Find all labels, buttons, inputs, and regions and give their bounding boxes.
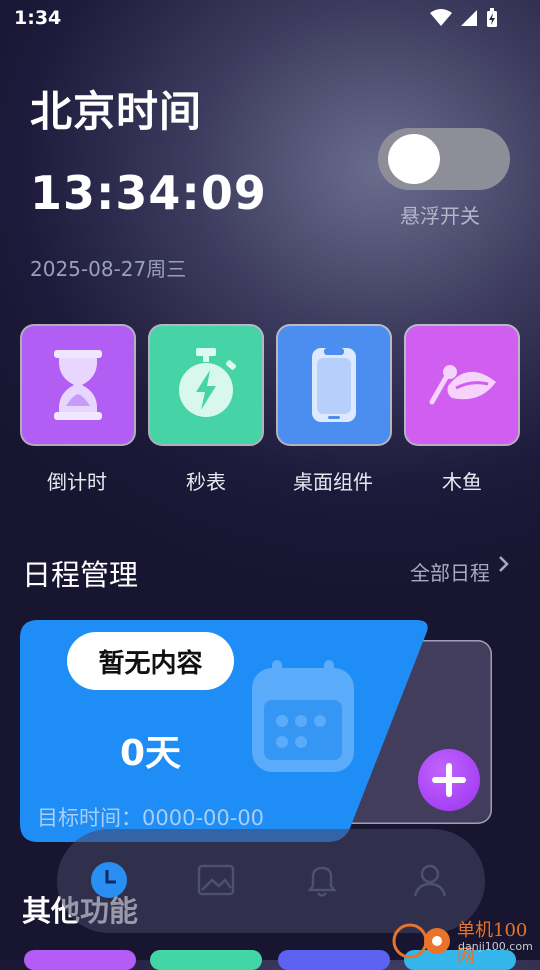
- bell-icon: [307, 866, 337, 897]
- calendar-icon: [252, 660, 354, 772]
- stopwatch-icon: [179, 348, 236, 417]
- current-time: 13:34:09: [30, 166, 267, 220]
- other-tile[interactable]: [150, 950, 262, 970]
- tool-label-countdown: 倒计时: [47, 470, 107, 494]
- current-date: 2025-08-27周三: [30, 257, 187, 281]
- hourglass-icon: [54, 350, 102, 420]
- schedule-section-title: 日程管理: [22, 558, 139, 592]
- nav-clock[interactable]: [90, 860, 130, 900]
- days-count: 0天: [120, 733, 182, 774]
- tool-woodenfish-button[interactable]: [406, 326, 518, 444]
- chevron-right-icon[interactable]: [496, 552, 512, 576]
- all-schedule-link[interactable]: 全部日程: [410, 557, 490, 586]
- toggle-knob: [388, 134, 440, 184]
- float-toggle-label: 悬浮开关: [400, 204, 480, 228]
- tool-label-woodenfish: 木鱼: [442, 470, 482, 494]
- profile-icon: [413, 864, 447, 897]
- target-time: 目标时间：0000-00-00: [37, 806, 265, 830]
- nav-notifications[interactable]: [302, 860, 342, 900]
- page-title: 北京时间: [30, 87, 203, 136]
- signal-icon: [461, 10, 477, 26]
- battery-icon: [487, 8, 497, 27]
- wooden-fish-icon: [429, 365, 496, 405]
- plus-icon: [432, 763, 466, 797]
- add-schedule-button[interactable]: [418, 749, 480, 811]
- nav-profile[interactable]: [410, 860, 450, 900]
- wifi-icon: [430, 9, 452, 26]
- other-tile[interactable]: [278, 950, 390, 970]
- other-tile[interactable]: [24, 950, 136, 970]
- empty-badge: 暂无内容: [67, 632, 234, 690]
- status-icons: [430, 8, 498, 28]
- nav-gallery[interactable]: [196, 860, 236, 900]
- tool-widget-button[interactable]: [278, 326, 390, 444]
- clock-icon: [91, 862, 127, 898]
- status-time: 1:34: [14, 7, 62, 29]
- phone-widget-icon: [312, 348, 356, 422]
- tool-countdown-button[interactable]: [22, 326, 134, 444]
- gallery-icon: [197, 864, 235, 896]
- watermark-url: danji100.com: [458, 940, 533, 953]
- tool-label-widget: 桌面组件: [293, 470, 373, 494]
- float-toggle[interactable]: [378, 128, 510, 190]
- tool-label-stopwatch: 秒表: [186, 470, 226, 494]
- tool-stopwatch-button[interactable]: [150, 326, 262, 444]
